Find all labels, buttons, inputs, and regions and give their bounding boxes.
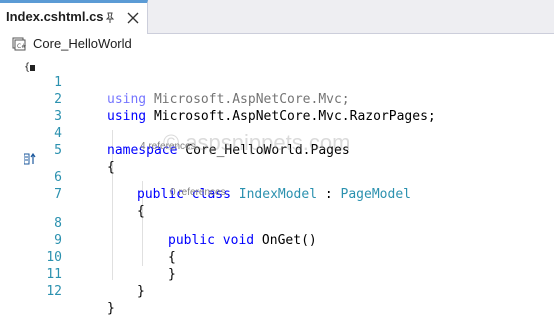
code-editor[interactable]: { 1 using Microsoft.AspNetCore.Mvc; 2 us… <box>0 54 554 316</box>
code-line: 11 } <box>0 249 554 299</box>
code-line: 7 { <box>0 169 554 219</box>
code-line: 5 { <box>0 125 554 175</box>
code-text: } <box>137 284 145 299</box>
code-line: 8 public void OnGet() <box>0 198 554 248</box>
tab-title: Index.cshtml.cs <box>6 9 104 24</box>
pin-icon[interactable] <box>104 12 116 24</box>
code-line: 10 } <box>0 232 554 282</box>
line-number: 12 <box>46 284 62 299</box>
code-line: 6 public class IndexModel : PageModel <box>0 152 554 202</box>
editor-tab-bar: Index.cshtml.cs <box>0 0 554 34</box>
csharp-project-icon: C# <box>12 37 26 51</box>
code-line: 3 <box>0 91 554 124</box>
code-line: 12 } <box>0 266 554 316</box>
tab-index-cshtml-cs[interactable]: Index.cshtml.cs <box>0 0 148 34</box>
code-line: 9 { <box>0 215 554 265</box>
code-text: } <box>107 301 115 316</box>
code-line: 4 namespace Core_HelloWorld.Pages <box>0 108 554 158</box>
svg-text:C#: C# <box>17 43 26 50</box>
navigation-bar: C# Core_HelloWorld <box>0 34 554 54</box>
close-icon[interactable] <box>127 12 139 24</box>
code-line: 1 using Microsoft.AspNetCore.Mvc; <box>0 57 554 107</box>
project-dropdown[interactable]: Core_HelloWorld <box>33 36 132 51</box>
code-line: 2 using Microsoft.AspNetCore.Mvc.RazorPa… <box>0 74 554 124</box>
